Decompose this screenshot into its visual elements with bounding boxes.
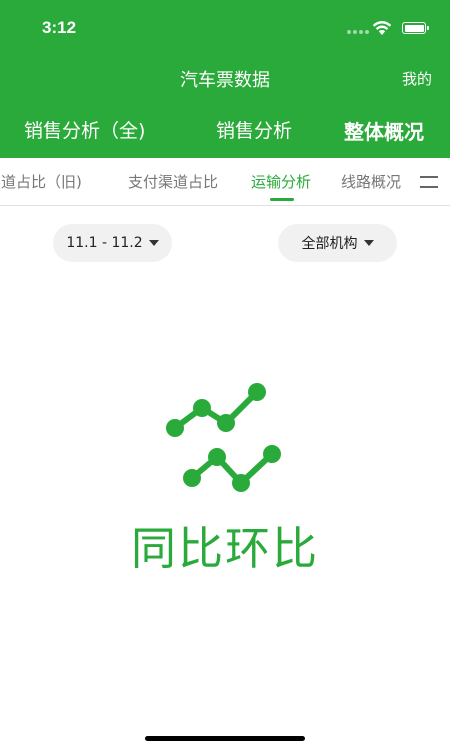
wifi-icon xyxy=(372,21,392,35)
organization-value: 全部机构 xyxy=(301,236,358,252)
battery-icon xyxy=(402,22,429,34)
menu-icon[interactable] xyxy=(420,175,438,189)
trend-chart-icon xyxy=(166,383,281,492)
tab-overall-overview[interactable]: 整体概况 xyxy=(344,116,424,145)
signal-icon xyxy=(347,30,369,34)
subtab-channel-share-old[interactable]: 渠道占比（旧) xyxy=(0,171,82,192)
subtab-transport-analysis[interactable]: 运输分析 xyxy=(251,171,311,192)
subtab-route-overview[interactable]: 线路概况 xyxy=(341,171,401,192)
date-range-value: 11.1 - 11.2 xyxy=(66,235,143,251)
sub-tab-bar: 渠道占比（旧) 支付渠道占比 运输分析 线路概况 xyxy=(0,158,450,206)
caret-down-icon xyxy=(363,240,374,246)
organization-filter[interactable]: 全部机构 xyxy=(278,224,397,262)
page-title: 汽车票数据 xyxy=(180,70,270,91)
caret-down-icon xyxy=(148,240,159,246)
active-tab-indicator xyxy=(270,198,294,201)
empty-state-text: 同比环比 xyxy=(130,522,319,575)
tab-sales-analysis-all[interactable]: 销售分析（全) xyxy=(24,116,145,143)
home-indicator[interactable] xyxy=(145,736,305,741)
status-bar: 3:12 xyxy=(0,0,450,58)
app-header: 3:12 汽车票数据 我的 销售分析（全) 销售分析 整体概况 xyxy=(0,0,450,158)
date-range-filter[interactable]: 11.1 - 11.2 xyxy=(53,224,172,262)
subtab-payment-channel-share[interactable]: 支付渠道占比 xyxy=(128,171,218,192)
status-time: 3:12 xyxy=(42,18,77,37)
tab-sales-analysis[interactable]: 销售分析 xyxy=(216,116,292,143)
main-tab-bar: 销售分析（全) 销售分析 整体概况 xyxy=(0,116,450,148)
my-account-link[interactable]: 我的 xyxy=(402,68,432,89)
